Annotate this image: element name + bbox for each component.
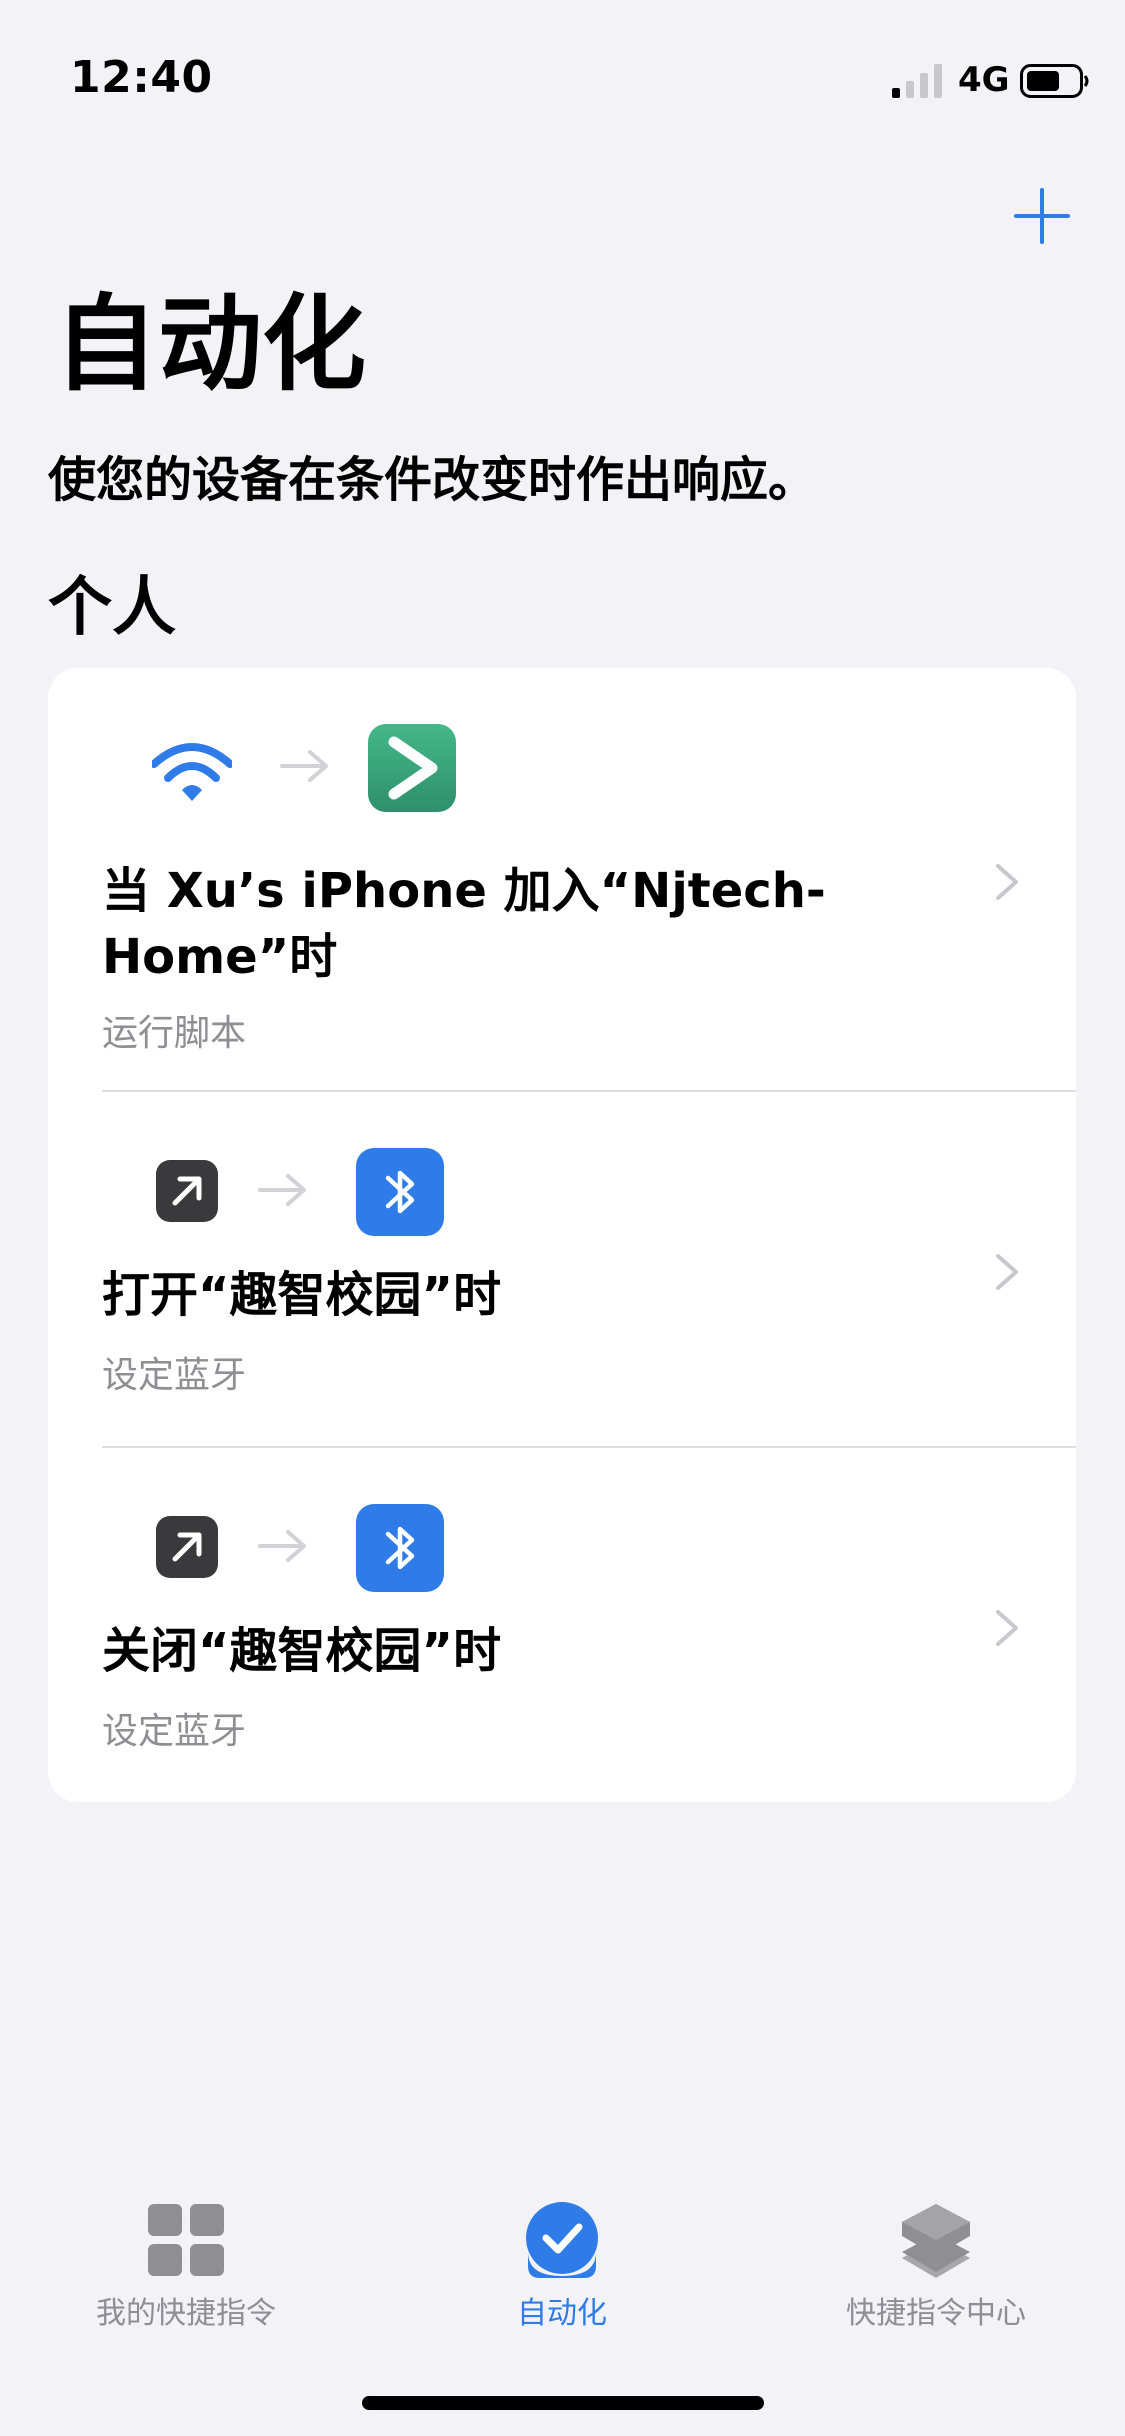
page-subtitle: 使您的设备在条件改变时作出响应。 xyxy=(48,452,817,508)
tab-label: 我的快捷指令 xyxy=(96,2296,276,2331)
status-time: 12:40 xyxy=(70,52,213,103)
run-script-icon xyxy=(368,724,456,812)
chevron-right-icon xyxy=(996,1610,1018,1646)
arrow-right-icon xyxy=(258,1174,306,1206)
wifi-icon xyxy=(152,743,232,801)
page-title: 自动化 xyxy=(54,283,367,405)
arrow-right-icon xyxy=(280,750,328,782)
arrow-right-icon xyxy=(258,1530,306,1562)
layers-icon xyxy=(902,2204,970,2278)
automation-subtitle: 运行脚本 xyxy=(102,1013,247,1054)
section-header: 个人 xyxy=(48,571,176,645)
tab-automation[interactable]: 自动化 xyxy=(412,2200,712,2332)
grid-icon xyxy=(148,2204,224,2276)
battery-icon xyxy=(1020,64,1089,98)
checkmark-clock-icon xyxy=(526,2202,598,2278)
plus-icon[interactable] xyxy=(1012,186,1072,246)
network-type: 4G xyxy=(958,60,1010,100)
chevron-right-icon xyxy=(996,1254,1018,1290)
chevron-right-icon xyxy=(996,864,1018,900)
app-open-icon xyxy=(156,1160,218,1222)
automation-subtitle: 设定蓝牙 xyxy=(102,1355,247,1396)
automation-list: 当 Xu’s iPhone 加入“Njtech-Home”时 运行脚本 打开“趣… xyxy=(48,668,1076,1802)
automation-title: 关闭“趣智校园”时 xyxy=(102,1623,502,1679)
automation-row[interactable]: 打开“趣智校园”时 设定蓝牙 xyxy=(48,1092,1076,1448)
cellular-signal-icon xyxy=(892,64,942,98)
automation-title: 打开“趣智校园”时 xyxy=(102,1267,502,1323)
tab-label: 自动化 xyxy=(517,2296,607,2331)
bluetooth-icon xyxy=(356,1504,444,1592)
bluetooth-icon xyxy=(356,1148,444,1236)
app-open-icon xyxy=(156,1516,218,1578)
tab-my-shortcuts[interactable]: 我的快捷指令 xyxy=(36,2200,336,2332)
tab-label: 快捷指令中心 xyxy=(846,2296,1026,2331)
automation-title: 当 Xu’s iPhone 加入“Njtech-Home”时 xyxy=(102,863,826,985)
automation-subtitle: 设定蓝牙 xyxy=(102,1711,247,1752)
automation-row[interactable]: 当 Xu’s iPhone 加入“Njtech-Home”时 运行脚本 xyxy=(48,668,1076,1092)
home-indicator[interactable] xyxy=(362,2396,764,2410)
tab-gallery[interactable]: 快捷指令中心 xyxy=(786,2200,1086,2332)
automation-row[interactable]: 关闭“趣智校园”时 设定蓝牙 xyxy=(48,1448,1076,1802)
